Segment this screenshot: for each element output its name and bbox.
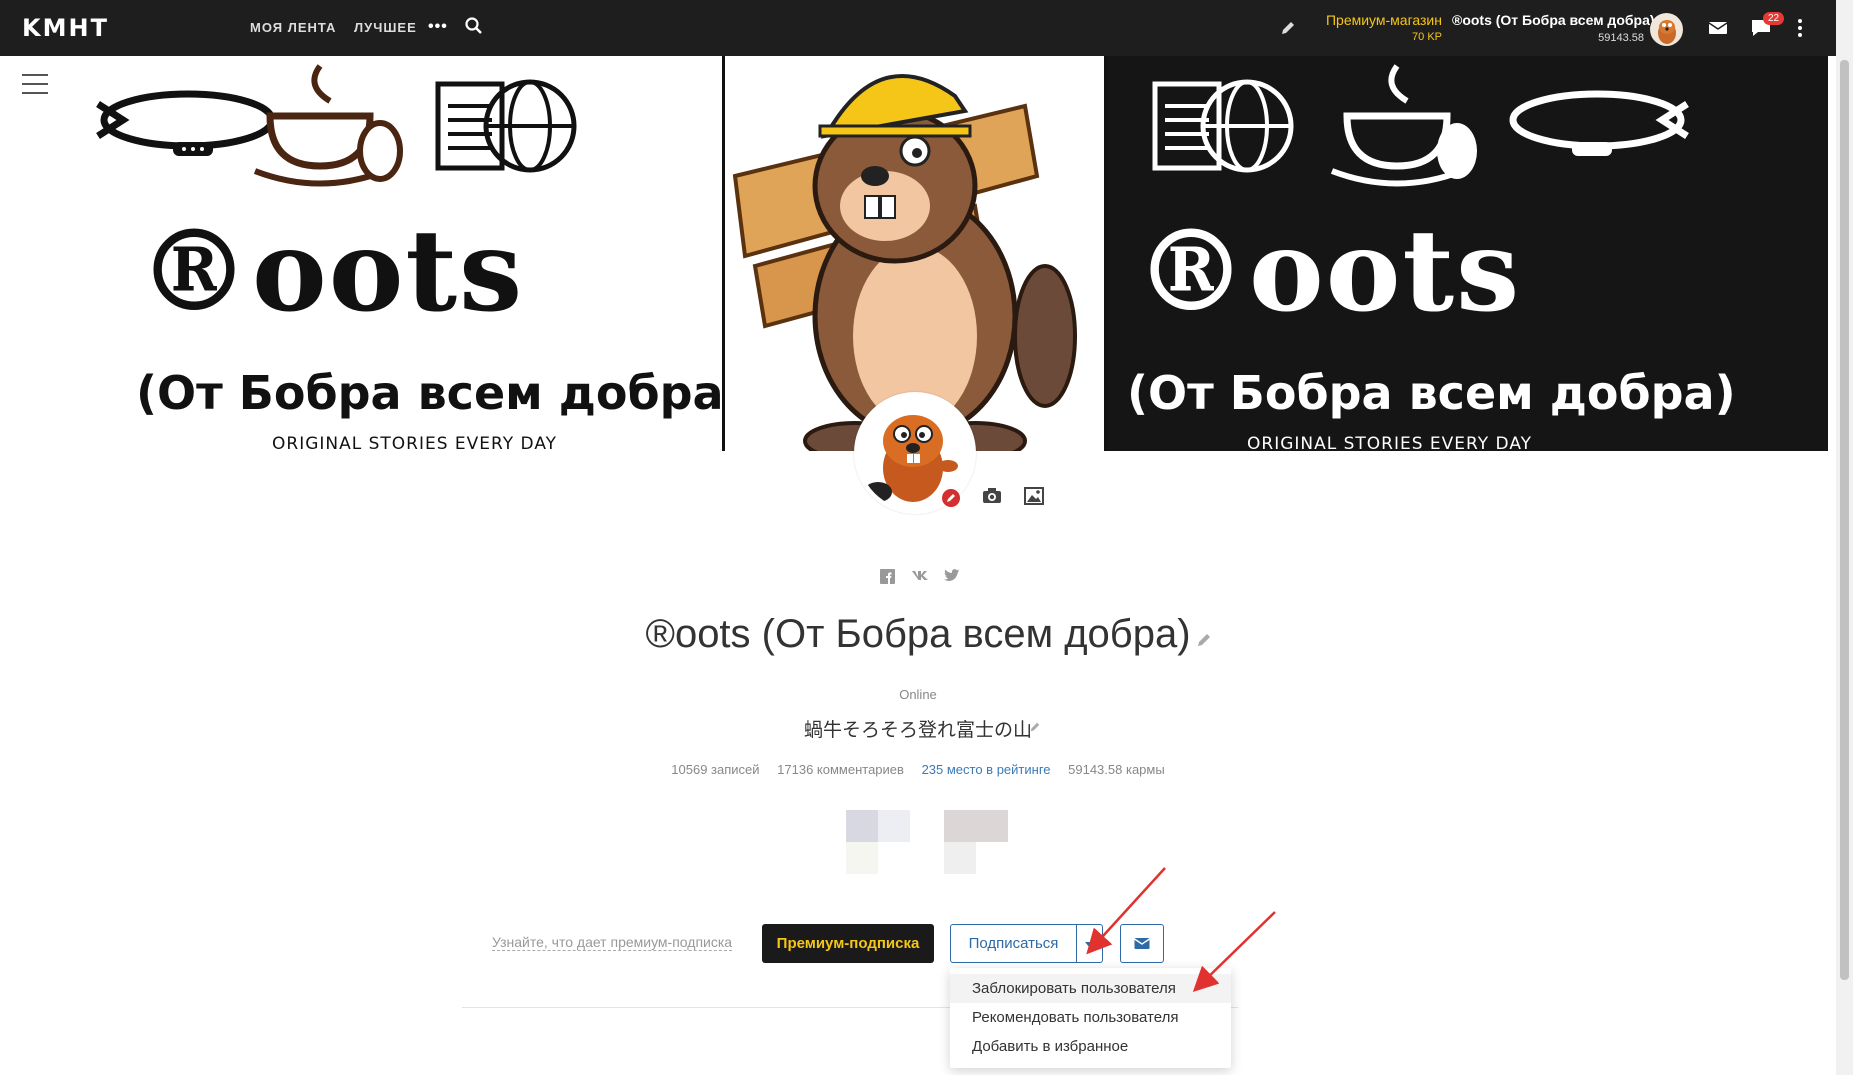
image-icon[interactable] — [1024, 487, 1044, 505]
profile-cover: ®oots (От Бобра всем добра) ORIGINAL STO… — [60, 56, 1828, 451]
karma-count: 59143.58 кармы — [1068, 762, 1165, 777]
notification-badge: 22 — [1763, 12, 1785, 25]
premium-subscription-button[interactable]: Премиум-подписка — [762, 924, 934, 963]
subscribe-button[interactable]: Подписаться — [950, 924, 1077, 963]
menu-item-block-user[interactable]: Заблокировать пользователя — [950, 974, 1231, 1003]
cover-right-tagline: ORIGINAL STORIES EVERY DAY — [1247, 434, 1533, 451]
online-status: Online — [899, 687, 937, 702]
coffee-icon — [253, 64, 403, 187]
cover-left-title: ®oots — [138, 206, 525, 337]
name-edit-pencil-icon[interactable] — [1194, 630, 1214, 650]
menu-item-add-favorite[interactable]: Добавить в избранное — [950, 1032, 1231, 1061]
comments-count: 17136 комментариев — [777, 762, 904, 777]
cover-left-panel: ®oots (От Бобра всем добра) ORIGINAL STO… — [60, 56, 745, 451]
pencil-icon[interactable] — [1278, 18, 1298, 38]
airship-icon — [96, 90, 276, 156]
premium-shop-link[interactable]: Премиум-магазин 70 KP — [1310, 12, 1442, 43]
user-name: ®oots (От Бобра всем добра) — [1452, 12, 1655, 28]
profile-name: ®oots (От Бобра всем добра) — [645, 612, 1191, 656]
nav-best[interactable]: ЛУЧШЕЕ — [354, 20, 417, 35]
news-globe-icon — [1152, 79, 1294, 173]
premium-shop-kp: 70 KP — [1412, 31, 1442, 43]
page-scrollbar[interactable] — [1836, 0, 1853, 1075]
kebab-menu-icon[interactable] — [1796, 18, 1804, 38]
coffee-icon — [1330, 64, 1477, 187]
cover-left-tagline: ORIGINAL STORIES EVERY DAY — [272, 434, 558, 451]
vk-icon[interactable] — [911, 569, 929, 581]
send-message-button[interactable] — [1120, 924, 1164, 963]
premium-shop-label: Премиум-магазин — [1325, 12, 1442, 28]
profile-motto: 蝸牛そろそろ登れ富士の山 — [803, 719, 1032, 741]
nav-my-feed[interactable]: МОЯ ЛЕНТА — [250, 20, 336, 35]
subscribe-dropdown-menu: Заблокировать пользователя Рекомендовать… — [950, 968, 1231, 1068]
search-icon[interactable] — [464, 16, 484, 36]
award-badge[interactable] — [846, 842, 878, 874]
nav-more-icon[interactable]: ••• — [428, 18, 448, 36]
camera-icon[interactable] — [982, 487, 1002, 505]
cover-right-panel: ®oots (От Бобра всем добра) ORIGINAL STO… — [1107, 56, 1828, 451]
top-navbar: KMHT МОЯ ЛЕНТА ЛУЧШЕЕ ••• Премиум-магази… — [0, 0, 1853, 56]
avatar-edit-icon[interactable] — [940, 487, 962, 509]
chevron-down-icon — [1085, 942, 1095, 948]
news-globe-icon — [435, 79, 577, 173]
facebook-icon[interactable] — [880, 569, 895, 584]
hamburger-menu-icon[interactable] — [22, 74, 48, 94]
site-logo[interactable]: KMHT — [22, 14, 109, 42]
award-badge[interactable] — [944, 810, 1008, 842]
mail-icon[interactable] — [1708, 20, 1728, 36]
motto-edit-pencil-icon[interactable] — [1028, 720, 1042, 734]
cover-left-subtitle: (От Бобра всем добра) — [136, 366, 745, 420]
award-badge[interactable] — [944, 842, 976, 874]
posts-count: 10569 записей — [671, 762, 760, 777]
airship-icon — [1509, 90, 1689, 156]
twitter-icon[interactable] — [944, 569, 960, 582]
award-badge[interactable] — [878, 810, 910, 842]
cover-right-title: ®oots — [1135, 206, 1522, 337]
profile-stats: 10569 записей 17136 комментариев 235 мес… — [0, 762, 1836, 777]
user-menu[interactable]: ®oots (От Бобра всем добра) 59143.58 — [1452, 12, 1655, 44]
award-badge[interactable] — [846, 810, 878, 842]
avatar[interactable] — [1650, 13, 1683, 46]
user-karma: 59143.58 — [1598, 32, 1644, 44]
menu-item-recommend-user[interactable]: Рекомендовать пользователя — [950, 1003, 1231, 1032]
rating-rank-link[interactable]: 235 место в рейтинге — [922, 762, 1051, 777]
mail-icon — [1134, 938, 1150, 949]
cover-right-subtitle: (От Бобра всем добра) — [1127, 366, 1736, 420]
learn-premium-link[interactable]: Узнайте, что дает премиум-подписка — [492, 934, 733, 951]
subscribe-dropdown-toggle[interactable] — [1076, 924, 1103, 963]
social-share — [880, 569, 960, 584]
